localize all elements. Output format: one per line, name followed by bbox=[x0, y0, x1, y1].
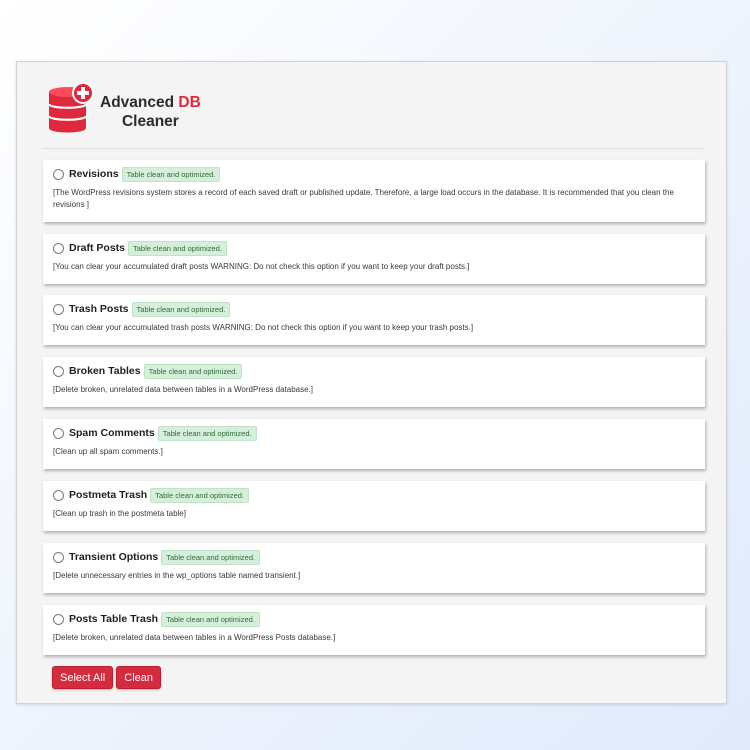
option-title: Draft Posts bbox=[69, 242, 126, 254]
posts-table-trash-radio[interactable] bbox=[53, 613, 64, 625]
option-head: Posts Table Trash Table clean and optimi… bbox=[53, 610, 260, 628]
option-title: Revisions bbox=[69, 168, 119, 180]
trash-posts-radio[interactable] bbox=[53, 303, 64, 315]
option-card-posts-table-trash: Posts Table Trash Table clean and optimi… bbox=[43, 605, 705, 655]
option-description: [Delete broken, unrelated data between t… bbox=[53, 385, 314, 394]
postmeta-trash-radio[interactable] bbox=[53, 489, 64, 501]
status-badge: Table clean and optimized. bbox=[128, 240, 227, 256]
db-cleaner-panel: Advanced DB Cleaner Revisions Table clea… bbox=[16, 61, 727, 704]
select-all-button[interactable]: Select All bbox=[52, 666, 114, 689]
logo-line1: Advanced bbox=[100, 94, 175, 111]
option-head: Draft Posts Table clean and optimized. bbox=[53, 239, 227, 257]
option-card-draft-posts: Draft Posts Table clean and optimized. [… bbox=[43, 234, 705, 284]
option-description: [Delete broken, unrelated data between t… bbox=[53, 633, 336, 642]
option-title: Trash Posts bbox=[69, 303, 129, 315]
option-title: Posts Table Trash bbox=[69, 613, 159, 625]
option-card-broken-tables: Broken Tables Table clean and optimized.… bbox=[43, 357, 705, 407]
status-badge: Table clean and optimized. bbox=[121, 166, 221, 182]
option-description: [You can clear your accumulated trash po… bbox=[53, 323, 474, 332]
option-title: Postmeta Trash bbox=[69, 489, 148, 501]
status-badge: Table clean and optimized. bbox=[157, 425, 257, 441]
revisions-radio[interactable] bbox=[53, 168, 64, 180]
option-head: Spam Comments Table clean and optimized. bbox=[53, 424, 257, 442]
option-head: Transient Options Table clean and optimi… bbox=[53, 548, 261, 566]
option-card-transient-options: Transient Options Table clean and optimi… bbox=[43, 543, 705, 593]
status-badge: Table clean and optimized. bbox=[150, 487, 250, 503]
option-card-trash-posts: Trash Posts Table clean and optimized. [… bbox=[43, 295, 705, 345]
option-head: Postmeta Trash Table clean and optimized… bbox=[53, 486, 250, 504]
option-head: Trash Posts Table clean and optimized. bbox=[53, 300, 231, 318]
database-plus-icon bbox=[48, 82, 94, 133]
draft-posts-radio[interactable] bbox=[53, 242, 64, 254]
option-title: Spam Comments bbox=[69, 427, 155, 439]
logo-accent: DB bbox=[178, 94, 201, 111]
logo: Advanced DB Cleaner bbox=[48, 82, 208, 134]
status-badge: Table clean and optimized. bbox=[161, 611, 260, 627]
broken-tables-radio[interactable] bbox=[53, 365, 64, 377]
option-card-spam-comments: Spam Comments Table clean and optimized.… bbox=[43, 419, 705, 469]
option-description: [Clean up trash in the postmeta table] bbox=[53, 509, 186, 518]
status-badge: Table clean and optimized. bbox=[143, 363, 243, 379]
option-card-revisions: Revisions Table clean and optimized. [Th… bbox=[43, 160, 705, 222]
option-title: Transient Options bbox=[69, 551, 159, 563]
option-description: [Delete unnecessary entries in the wp_op… bbox=[53, 571, 301, 580]
status-badge: Table clean and optimized. bbox=[131, 301, 231, 317]
option-head: Revisions Table clean and optimized. bbox=[53, 165, 221, 183]
spam-comments-radio[interactable] bbox=[53, 427, 64, 439]
logo-line2: Cleaner bbox=[121, 113, 179, 130]
option-description: [You can clear your accumulated draft po… bbox=[53, 262, 470, 271]
option-title: Broken Tables bbox=[69, 365, 141, 377]
status-badge: Table clean and optimized. bbox=[161, 549, 261, 565]
option-head: Broken Tables Table clean and optimized. bbox=[53, 362, 243, 380]
option-card-postmeta-trash: Postmeta Trash Table clean and optimized… bbox=[43, 481, 705, 531]
logo-text: Advanced DB Cleaner bbox=[100, 93, 201, 131]
header-divider bbox=[43, 148, 705, 149]
action-buttons: Select All Clean bbox=[52, 666, 161, 689]
clean-button[interactable]: Clean bbox=[116, 666, 161, 689]
transient-options-radio[interactable] bbox=[53, 551, 64, 563]
option-description: [Clean up all spam comments.] bbox=[53, 447, 163, 456]
option-description: [The WordPress revisions system stores a… bbox=[53, 188, 674, 209]
